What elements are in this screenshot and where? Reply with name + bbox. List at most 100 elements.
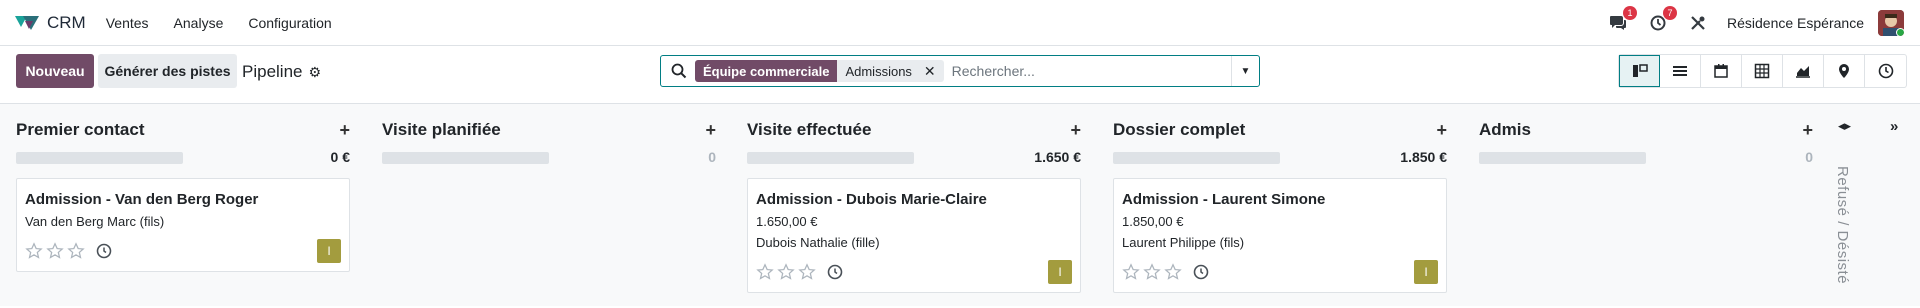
star-icon[interactable] [1164,263,1182,281]
activities-count-badge: 7 [1663,6,1678,20]
generate-leads-button[interactable]: Générer des pistes [98,54,237,88]
column-header[interactable]: Premier contact + [16,118,350,142]
folded-column[interactable]: ◂▸ » Refusé / Désisté [1830,118,1920,308]
kanban-column: Admis + 0 [1479,104,1813,306]
page-title: Pipeline [242,62,303,81]
chevron-double-right-icon[interactable]: » [1890,118,1898,135]
column-header[interactable]: Admis + [1479,118,1813,142]
calendar-view-button[interactable] [1701,55,1742,87]
column-title: Admis [1479,120,1531,139]
column-header[interactable]: Visite effectuée + [747,118,1081,142]
user-tag-badge: I [317,239,341,263]
star-icon[interactable] [1122,263,1140,281]
activity-view-button[interactable] [1865,55,1906,87]
company-switcher[interactable]: Résidence Espérance [1727,15,1864,31]
gear-icon[interactable]: ⚙ [309,64,322,81]
column-header[interactable]: Visite planifiée + [382,118,716,142]
plus-icon[interactable]: + [1802,120,1813,141]
card-contact: Van den Berg Marc (fils) [25,214,165,229]
search-icon [671,63,687,79]
facet-value: Admissions [837,60,920,82]
plus-icon[interactable]: + [1070,120,1081,141]
star-icon[interactable] [777,263,795,281]
map-view-button[interactable] [1824,55,1865,87]
control-panel: Nouveau Générer des pistes Pipeline ⚙ Éq… [0,46,1920,104]
kanban-card[interactable]: Admission - Dubois Marie-Claire 1.650,00… [747,178,1081,293]
search-input[interactable]: Rechercher... [952,63,1231,79]
search-facet: Équipe commerciale Admissions ✕ [695,60,944,82]
column-total: 0 [1805,149,1813,165]
column-progress-bar[interactable] [382,152,549,164]
messages-button[interactable]: 1 [1607,6,1638,34]
close-icon[interactable]: ✕ [919,60,944,82]
list-icon [1673,66,1687,76]
pivot-view-button[interactable] [1742,55,1783,87]
star-icon[interactable] [756,263,774,281]
priority-stars [25,242,112,260]
graph-view-button[interactable] [1783,55,1824,87]
column-progress-bar[interactable] [1113,152,1280,164]
plus-icon[interactable]: + [339,120,350,141]
user-tag-badge: I [1414,260,1438,284]
pivot-icon [1754,63,1770,79]
kanban-column: Dossier complet + 1.850 € Admission - La… [1113,104,1447,306]
card-contact: Laurent Philippe (fils) [1122,235,1245,250]
column-title: Premier contact [16,120,145,139]
column-header[interactable]: Dossier complet + [1113,118,1447,142]
list-view-button[interactable] [1660,55,1701,87]
star-icon[interactable] [798,263,816,281]
graph-icon [1796,66,1810,78]
kanban-card[interactable]: Admission - Van den Berg Roger Van den B… [16,178,350,272]
kanban-card[interactable]: Admission - Laurent Simone 1.850,00 € La… [1113,178,1447,293]
card-title: Admission - Laurent Simone [1122,191,1326,208]
column-progress-bar[interactable] [747,152,914,164]
column-title: Visite effectuée [747,120,872,139]
menu-item-analyse[interactable]: Analyse [174,15,224,31]
star-icon[interactable] [46,242,64,260]
kanban-icon [1632,64,1648,77]
breadcrumb: Pipeline ⚙ [242,62,321,82]
kanban-column: Premier contact + 0 € Admission - Van de… [16,104,350,306]
online-status-indicator [1896,28,1904,36]
user-avatar[interactable] [1878,10,1904,36]
app-brand[interactable]: CRM [13,0,86,46]
search-bar: Équipe commerciale Admissions ✕ Recherch… [660,55,1260,87]
debug-tools-button[interactable] [1687,12,1709,34]
activity-clock-icon[interactable] [96,243,112,259]
user-tag-badge: I [1048,260,1072,284]
column-total: 1.650 € [1034,149,1081,165]
crm-logo-icon [15,15,39,30]
column-progress-bar[interactable] [1479,152,1646,164]
folded-column-title: Refusé / Désisté [1834,166,1851,285]
calendar-icon [1714,64,1728,78]
menu-item-configuration[interactable]: Configuration [248,15,331,31]
expand-columns-icon[interactable]: ◂▸ [1838,118,1851,134]
chevron-down-icon[interactable]: ▼ [1231,56,1259,86]
kanban-view-button[interactable] [1619,55,1660,87]
column-progress-bar[interactable] [16,152,183,164]
column-total: 0 [708,149,716,165]
map-pin-icon [1839,64,1849,78]
star-icon[interactable] [25,242,43,260]
priority-stars [1122,263,1209,281]
view-switcher [1618,54,1907,88]
menu-item-ventes[interactable]: Ventes [106,15,149,31]
new-button[interactable]: Nouveau [16,54,94,88]
activities-button[interactable]: 7 [1647,6,1678,34]
column-total: 0 € [330,149,350,165]
activity-clock-icon[interactable] [1193,264,1209,280]
column-title: Dossier complet [1113,120,1246,139]
star-icon[interactable] [67,242,85,260]
kanban-column: Visite effectuée + 1.650 € Admission - D… [747,104,1081,306]
card-amount: 1.650,00 € [756,214,818,229]
card-contact: Dubois Nathalie (fille) [756,235,880,250]
column-title: Visite planifiée [382,120,501,139]
plus-icon[interactable]: + [1436,120,1447,141]
card-title: Admission - Dubois Marie-Claire [756,191,987,208]
navbar-right: 1 7 Résidence Espérance [1607,0,1920,46]
activity-clock-icon[interactable] [827,264,843,280]
column-total: 1.850 € [1400,149,1447,165]
plus-icon[interactable]: + [705,120,716,141]
star-icon[interactable] [1143,263,1161,281]
activity-clock-icon [1878,63,1893,79]
